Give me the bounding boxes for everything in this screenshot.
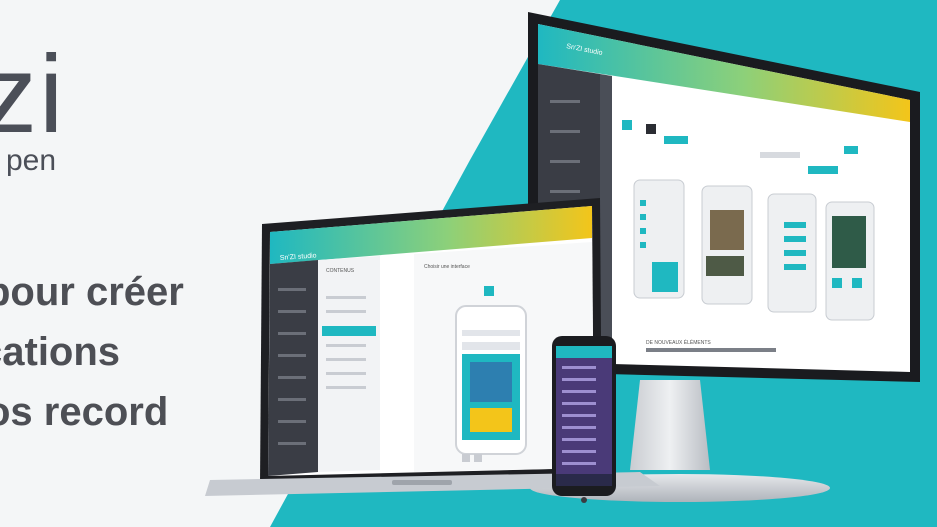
laptop-preview-title: Choisir une interface xyxy=(424,264,470,270)
monitor-bottom-title: DE NOUVEAUX ÉLÉMENTS xyxy=(646,339,711,346)
brand-logo-text: zi xyxy=(0,33,66,156)
laptop: CONTENUS Choisir une interface Sn'ZI stu… xyxy=(260,198,602,484)
tagline: pour créer cations os record xyxy=(0,262,184,442)
brand-logo: zi pen xyxy=(0,40,65,178)
laptop-panel-title: CONTENUS xyxy=(326,268,355,274)
smartphone xyxy=(552,336,616,503)
tagline-line-3: os record xyxy=(0,390,169,434)
tagline-line-1: pour créer xyxy=(0,270,184,314)
tagline-line-2: cations xyxy=(0,330,121,374)
